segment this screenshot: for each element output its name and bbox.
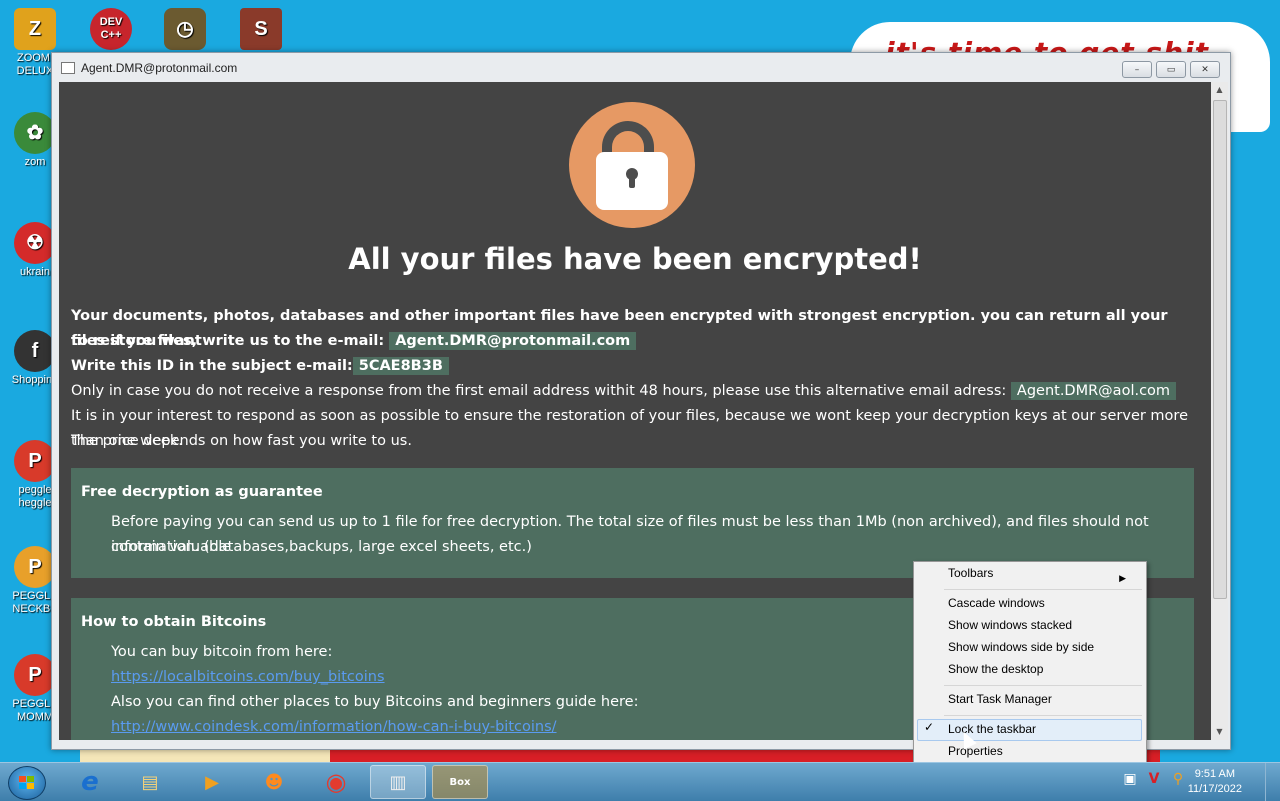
peggle-icon: P xyxy=(14,440,56,482)
bitcoin-title: How to obtain Bitcoins xyxy=(81,614,267,630)
id-line: Write this ID in the subject e-mail: 5CAE… xyxy=(71,354,1199,379)
taskbar[interactable]: e ▤ ▶ ☻ ◉ ▥ Box ▣ V ⚲ 9:51 AM 11/17/2022 xyxy=(0,762,1280,801)
zoom-icon: Z xyxy=(14,8,56,50)
desktop-icon-seasons[interactable]: S xyxy=(228,8,294,52)
internet-explorer-icon[interactable]: e xyxy=(62,765,118,799)
wallpaper-strip-light xyxy=(80,748,330,762)
keyhole-slot xyxy=(629,176,635,188)
notepad-icon[interactable]: ▥ xyxy=(370,765,426,799)
chrome-icon[interactable]: ◉ xyxy=(308,765,364,799)
clock-icon: ◷ xyxy=(164,8,206,50)
uc-browser-icon[interactable]: ☻ xyxy=(246,765,302,799)
menu-item-show-desktop[interactable]: Show the desktop xyxy=(948,659,1043,679)
bitcoin-text-2: Also you can find other places to buy Bi… xyxy=(111,694,639,710)
minimize-button[interactable]: – xyxy=(1122,61,1152,78)
flash-icon: f xyxy=(14,330,56,372)
clock-date: 11/17/2022 xyxy=(1187,783,1242,795)
bitcoin-text-1: You can buy bitcoin from here: xyxy=(111,644,333,660)
window-app-icon xyxy=(61,62,75,74)
network-icon[interactable]: ▣ xyxy=(1122,771,1138,787)
search-tray-icon[interactable]: ⚲ xyxy=(1170,771,1186,787)
window-titlebar[interactable]: Agent.DMR@protonmail.com – ▭ ✕ xyxy=(52,53,1230,83)
scroll-down-arrow-icon[interactable]: ▼ xyxy=(1214,727,1225,737)
clock[interactable]: 9:51 AM 11/17/2022 xyxy=(1188,767,1242,797)
scroll-up-arrow-icon[interactable]: ▲ xyxy=(1214,85,1225,95)
headline: All your files have been encrypted! xyxy=(348,242,922,276)
desktop-icon-devcpp[interactable]: DEV C++ xyxy=(78,8,144,52)
antivirus-icon[interactable]: V xyxy=(1146,771,1162,787)
file-explorer-icon[interactable]: ▤ xyxy=(122,765,178,799)
flower-icon: ✿ xyxy=(14,112,56,154)
start-button[interactable] xyxy=(8,766,46,800)
guarantee-title: Free decryption as guarantee xyxy=(81,484,323,500)
vertical-scrollbar[interactable]: ▲ ▼ xyxy=(1211,82,1228,740)
menu-item-show-side-by-side[interactable]: Show windows side by side xyxy=(948,637,1094,657)
menu-item-show-windows-stacked[interactable]: Show windows stacked xyxy=(948,615,1072,635)
victim-id: 5CAE8B3B xyxy=(352,357,449,375)
taskbar-context-menu: Toolbars ▶ Cascade windows Show windows … xyxy=(913,561,1147,766)
guarantee-text-2: information. (databases,backups, large e… xyxy=(111,539,532,555)
menu-item-toolbars[interactable]: Toolbars ▶ xyxy=(948,563,1138,583)
submenu-arrow-icon: ▶ xyxy=(1119,573,1126,583)
close-button[interactable]: ✕ xyxy=(1190,61,1220,78)
window-title: Agent.DMR@protonmail.com xyxy=(81,61,238,75)
windows-logo-icon xyxy=(19,776,35,790)
seasons-icon: S xyxy=(240,8,282,50)
alt-email: Agent.DMR@aol.com xyxy=(1010,382,1177,400)
desktop-icon-clock[interactable]: ◷ xyxy=(152,8,218,52)
maximize-button[interactable]: ▭ xyxy=(1156,61,1186,78)
menu-item-task-manager[interactable]: Start Task Manager xyxy=(948,689,1052,709)
system-tray: ▣ V ⚲ xyxy=(1122,771,1186,787)
price-line: The price depends on how fast you write … xyxy=(71,433,412,449)
radiation-icon: ☢ xyxy=(14,222,56,264)
show-desktop-button[interactable] xyxy=(1265,763,1280,801)
media-player-icon[interactable]: ▶ xyxy=(184,765,240,799)
clock-time: 9:51 AM xyxy=(1194,768,1236,780)
coindesk-link[interactable]: http://www.coindesk.com/information/how-… xyxy=(111,715,557,740)
peggle-icon: P xyxy=(14,654,56,696)
checkmark-icon: ✓ xyxy=(924,720,935,734)
menu-separator xyxy=(944,589,1142,590)
menu-separator xyxy=(944,685,1142,686)
intro-line-2: to restore files, write us to the e-mail… xyxy=(71,329,1199,354)
menu-separator xyxy=(944,715,1142,716)
peggle-icon: P xyxy=(14,546,56,588)
alt-email-line: Only in case you do not receive a respon… xyxy=(71,379,1199,404)
menu-item-properties[interactable]: Properties xyxy=(948,741,1003,761)
devcpp-icon: DEV C++ xyxy=(90,8,132,50)
localbitcoins-link[interactable]: https://localbitcoins.com/buy_bitcoins xyxy=(111,665,385,690)
menu-item-cascade-windows[interactable]: Cascade windows xyxy=(948,593,1045,613)
box-app-icon[interactable]: Box xyxy=(432,765,488,799)
scroll-thumb[interactable] xyxy=(1213,100,1227,599)
primary-email: Agent.DMR@protonmail.com xyxy=(389,332,637,350)
